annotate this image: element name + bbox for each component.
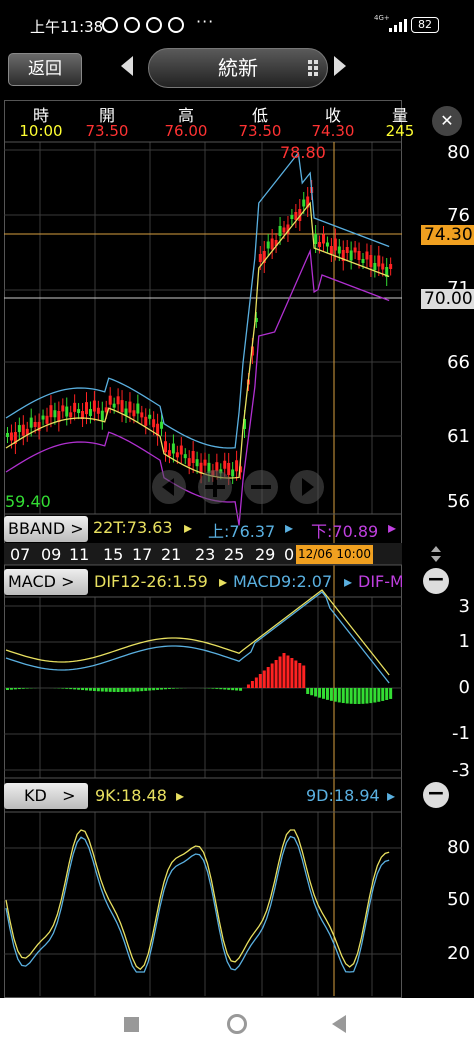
kd-button[interactable]: KD >	[4, 783, 88, 809]
kd-tick: 80	[447, 837, 470, 858]
date-label: 21	[161, 545, 182, 564]
macd-tick: 1	[458, 631, 470, 652]
flag-icon: ▸	[387, 786, 396, 805]
date-label: 17	[132, 545, 153, 564]
bband-button[interactable]: BBAND >	[4, 516, 88, 542]
square-icon[interactable]	[124, 1017, 139, 1032]
price-tick: 66	[447, 352, 470, 373]
zoom-in-button[interactable]	[198, 470, 232, 504]
flag-icon: ▸	[184, 518, 193, 537]
flag-icon: ▸	[176, 786, 185, 805]
kd-tick: 20	[447, 943, 470, 964]
date-label: 07	[10, 545, 31, 564]
flag-icon: ▸	[344, 572, 353, 591]
macd-tick: 3	[458, 596, 470, 617]
macd-tick: 0	[458, 677, 470, 698]
scroll-handle-icon[interactable]	[429, 544, 443, 564]
flag-icon: ▸	[388, 518, 397, 537]
date-label: 11	[69, 545, 90, 564]
bband-upper: 上:76.37	[208, 522, 276, 541]
kd-label: KD	[24, 786, 47, 805]
zoom-out-button[interactable]	[244, 470, 278, 504]
kd-tick: 50	[447, 889, 470, 910]
date-label: 29	[255, 545, 276, 564]
date-label: 0	[284, 545, 295, 564]
close-price-tag: 74.30	[421, 225, 474, 245]
macd-tick: -1	[452, 723, 470, 744]
cursor-time-tag: 12/06 10:00	[296, 545, 373, 564]
price-tick: 61	[447, 426, 470, 447]
bband-lower: 下:70.89	[311, 522, 379, 541]
scroll-right-button[interactable]	[290, 470, 324, 504]
remove-kd-button[interactable]: −	[423, 782, 449, 808]
chevron-right-icon: >	[61, 572, 75, 591]
circle-icon[interactable]	[227, 1014, 247, 1034]
date-label: 25	[224, 545, 245, 564]
price-tick: 80	[447, 142, 470, 163]
macd-signal: MACD9:2.07	[233, 572, 333, 591]
macd-difm: DIF-M	[358, 572, 402, 591]
date-label: 23	[195, 545, 216, 564]
high-label: 78.80	[280, 143, 326, 162]
triangle-back-icon[interactable]	[332, 1015, 346, 1033]
chevron-right-icon: >	[70, 519, 84, 538]
kd-k: 9K:18.48	[95, 786, 167, 805]
macd-button[interactable]: MACD >	[4, 569, 88, 595]
reference-price-tag: 70.00	[421, 289, 474, 309]
date-label: 15	[103, 545, 124, 564]
macd-dif: DIF12-26:1.59	[94, 572, 208, 591]
bband-22t: 22T:73.63	[93, 518, 173, 537]
price-tick: 56	[447, 491, 470, 512]
macd-label: MACD	[8, 572, 56, 591]
low-label: 59.40	[5, 492, 51, 511]
scroll-left-button[interactable]	[152, 470, 186, 504]
chevron-right-icon: >	[62, 786, 76, 805]
remove-macd-button[interactable]: −	[423, 568, 449, 594]
macd-tick: -3	[452, 760, 470, 781]
kd-d: 9D:18.94	[306, 786, 380, 805]
date-label: 09	[41, 545, 62, 564]
price-tick: 76	[447, 205, 470, 226]
bband-label: BBAND	[8, 519, 66, 538]
flag-icon: ▸	[219, 572, 228, 591]
flag-icon: ▸	[285, 518, 294, 537]
